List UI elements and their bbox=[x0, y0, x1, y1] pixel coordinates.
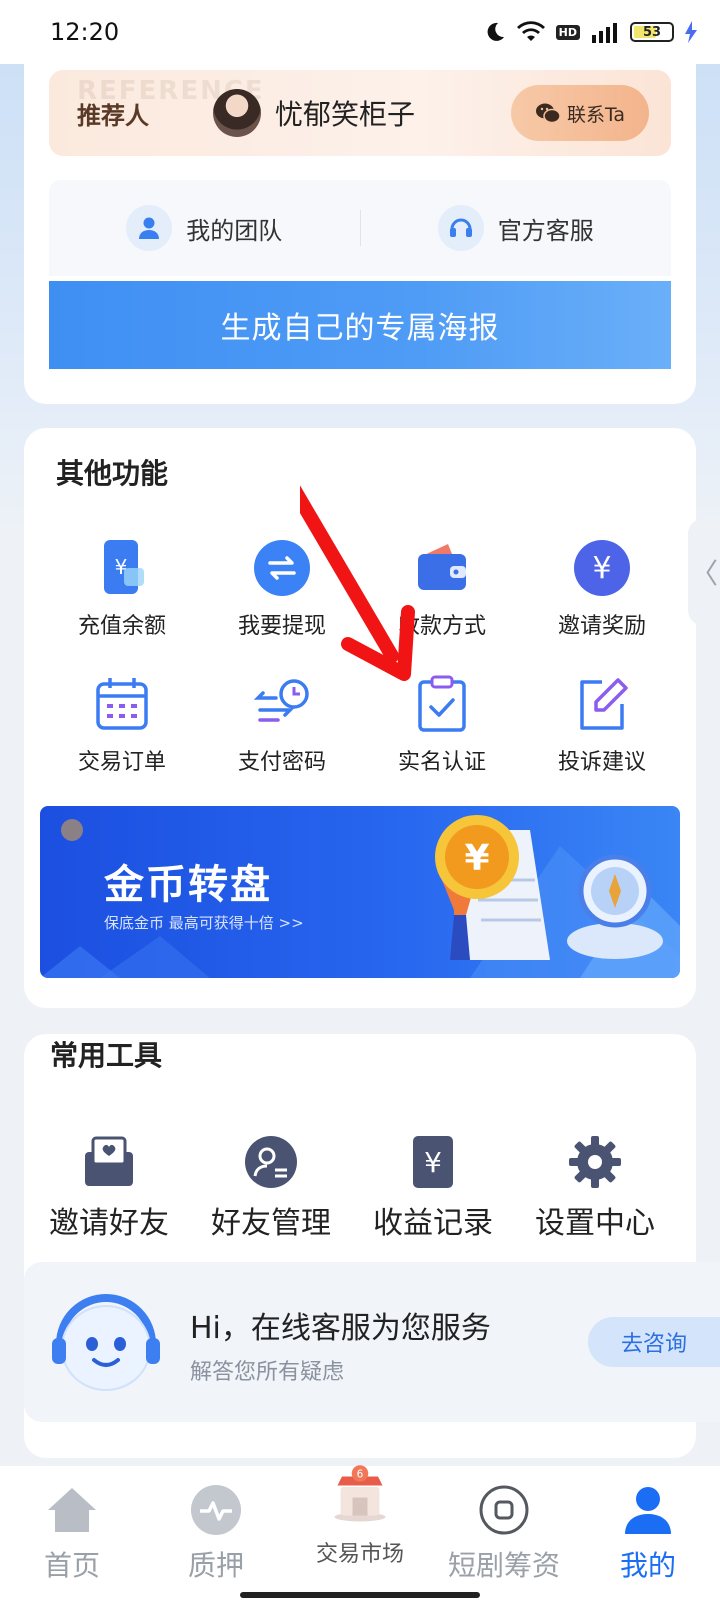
shop-icon: 6 bbox=[330, 1456, 390, 1530]
invite-reward-item[interactable]: ¥ 邀请奖励 bbox=[522, 536, 682, 640]
headset-icon bbox=[437, 205, 484, 251]
contact-label: 联系Ta bbox=[566, 103, 626, 126]
friend-management-label: 好友管理 bbox=[211, 1206, 331, 1241]
invite-friends-label: 邀请好友 bbox=[49, 1206, 169, 1241]
complaint-suggestion-item[interactable]: 投诉建议 bbox=[522, 672, 682, 776]
signal-icon bbox=[592, 23, 617, 43]
common-tools-grid: 邀请好友 好友管理 ¥ 收益记录 设置中心 bbox=[28, 1132, 688, 1242]
common-tools-title: 常用工具 bbox=[50, 1039, 163, 1072]
nav-pledge[interactable]: 质押 bbox=[144, 1466, 288, 1612]
profile-icon bbox=[618, 1482, 678, 1538]
charging-icon bbox=[685, 21, 697, 43]
other-functions-title: 其他功能 bbox=[56, 457, 169, 490]
side-drawer-handle[interactable]: 〈 bbox=[688, 518, 720, 626]
invite-friends-item[interactable]: 邀请好友 bbox=[28, 1132, 190, 1242]
robot-avatar-icon bbox=[46, 1290, 166, 1400]
wallet-icon bbox=[410, 536, 474, 600]
gold-coin-icon: ¥ bbox=[435, 815, 519, 899]
edit-icon bbox=[570, 672, 634, 736]
functions-row-1: ¥ 充值余额 我要提现 收款方式 ¥ 邀请奖励 bbox=[42, 536, 682, 640]
heart-envelope-icon bbox=[79, 1132, 139, 1192]
quick-links: 我的团队 官方客服 bbox=[49, 180, 671, 276]
wechat-icon bbox=[535, 103, 561, 124]
consult-button[interactable]: 去咨询 bbox=[588, 1317, 720, 1367]
status-time: 12:20 bbox=[50, 18, 120, 46]
square-button-icon bbox=[474, 1482, 534, 1538]
settings-center-label: 设置中心 bbox=[535, 1206, 655, 1241]
nav-pledge-label: 质押 bbox=[187, 1549, 244, 1582]
avatar bbox=[213, 89, 261, 137]
complaint-suggestion-label: 投诉建议 bbox=[557, 750, 646, 775]
yen-document-icon: ¥ bbox=[403, 1132, 463, 1192]
generate-poster-button[interactable]: 生成自己的专属海报 bbox=[49, 281, 671, 369]
nav-mine-label: 我的 bbox=[619, 1549, 676, 1582]
payment-method-item[interactable]: 收款方式 bbox=[362, 536, 522, 640]
battery-level: 53 bbox=[642, 24, 662, 40]
real-name-auth-label: 实名认证 bbox=[397, 750, 486, 775]
banner-subtitle: 保底金币 最高可获得十倍 >> bbox=[104, 914, 304, 932]
recharge-balance-label: 充值余额 bbox=[77, 614, 166, 639]
nav-short-drama-label: 短剧筹资 bbox=[447, 1549, 560, 1582]
friend-management-item[interactable]: 好友管理 bbox=[190, 1132, 352, 1242]
banner-title: 金币转盘 bbox=[104, 862, 272, 908]
payment-password-item[interactable]: 支付密码 bbox=[202, 672, 362, 776]
status-bar: 12:20 HD 53 bbox=[0, 0, 720, 64]
moon-icon bbox=[487, 22, 504, 41]
service-title: Hi，在线客服为您服务 bbox=[190, 1311, 491, 1346]
real-name-auth-item[interactable]: 实名认证 bbox=[362, 672, 522, 776]
exchange-icon bbox=[250, 536, 314, 600]
clock-arrows-icon bbox=[250, 672, 314, 736]
hd-icon: HD bbox=[555, 24, 580, 40]
bottom-navigation: 首页 质押 6 交易市场 短剧筹资 我的 bbox=[0, 1465, 720, 1612]
official-service-link[interactable]: 官方客服 bbox=[361, 205, 672, 251]
home-indicator bbox=[240, 1592, 480, 1598]
coin-symbol: ¥ bbox=[464, 838, 489, 879]
user-icon bbox=[126, 205, 173, 251]
referrer-bar: REFERENCE 推荐人 忧郁笑柜子 联系Ta bbox=[49, 70, 671, 156]
clipboard-check-icon bbox=[410, 672, 474, 736]
earnings-record-item[interactable]: ¥ 收益记录 bbox=[352, 1132, 514, 1242]
compass-icon bbox=[567, 854, 663, 959]
my-team-link[interactable]: 我的团队 bbox=[49, 205, 360, 251]
contact-button[interactable]: 联系Ta bbox=[511, 85, 649, 141]
yen-coin-icon: ¥ bbox=[570, 536, 634, 600]
gear-icon bbox=[565, 1132, 625, 1192]
settings-center-item[interactable]: 设置中心 bbox=[514, 1132, 676, 1242]
svg-text:¥: ¥ bbox=[592, 551, 611, 586]
nav-home[interactable]: 首页 bbox=[0, 1466, 144, 1612]
pulse-icon bbox=[186, 1482, 246, 1538]
home-icon bbox=[42, 1482, 102, 1538]
nav-home-label: 首页 bbox=[43, 1549, 100, 1582]
user-manage-icon bbox=[241, 1132, 301, 1192]
trade-orders-item[interactable]: 交易订单 bbox=[42, 672, 202, 776]
official-service-label: 官方客服 bbox=[497, 216, 594, 245]
svg-text:6: 6 bbox=[357, 1468, 364, 1480]
nav-market-label: 交易市场 bbox=[315, 1542, 404, 1567]
withdraw-item[interactable]: 我要提现 bbox=[202, 536, 362, 640]
my-team-label: 我的团队 bbox=[186, 216, 283, 245]
trade-orders-label: 交易订单 bbox=[77, 750, 166, 775]
earnings-record-label: 收益记录 bbox=[373, 1206, 493, 1241]
referrer-label: 推荐人 bbox=[77, 101, 149, 130]
recharge-balance-item[interactable]: ¥ 充值余额 bbox=[42, 536, 202, 640]
payment-password-label: 支付密码 bbox=[237, 750, 326, 775]
referrer-name: 忧郁笑柜子 bbox=[275, 98, 416, 131]
gold-coin-wheel-banner[interactable]: ¥ 金币转盘 保底金币 最高可获得十倍 >> bbox=[40, 806, 680, 978]
status-icons: HD 53 bbox=[484, 21, 698, 43]
svg-text:¥: ¥ bbox=[424, 1146, 442, 1179]
service-subtitle: 解答您所有疑虑 bbox=[190, 1360, 345, 1385]
battery-icon: 53 bbox=[630, 22, 674, 42]
invite-reward-label: 邀请奖励 bbox=[557, 614, 646, 639]
calendar-icon bbox=[90, 672, 154, 736]
svg-text:¥: ¥ bbox=[115, 555, 128, 579]
functions-row-2: 交易订单 支付密码 实名认证 投诉建议 bbox=[42, 672, 682, 776]
nav-short-drama-funding[interactable]: 短剧筹资 bbox=[432, 1466, 576, 1612]
nav-mine[interactable]: 我的 bbox=[576, 1466, 720, 1612]
payment-method-label: 收款方式 bbox=[397, 614, 486, 639]
wifi-icon bbox=[516, 21, 545, 41]
phone-yen-icon: ¥ bbox=[90, 536, 154, 600]
withdraw-label: 我要提现 bbox=[237, 614, 326, 639]
nav-market[interactable]: 6 交易市场 bbox=[288, 1465, 432, 1612]
